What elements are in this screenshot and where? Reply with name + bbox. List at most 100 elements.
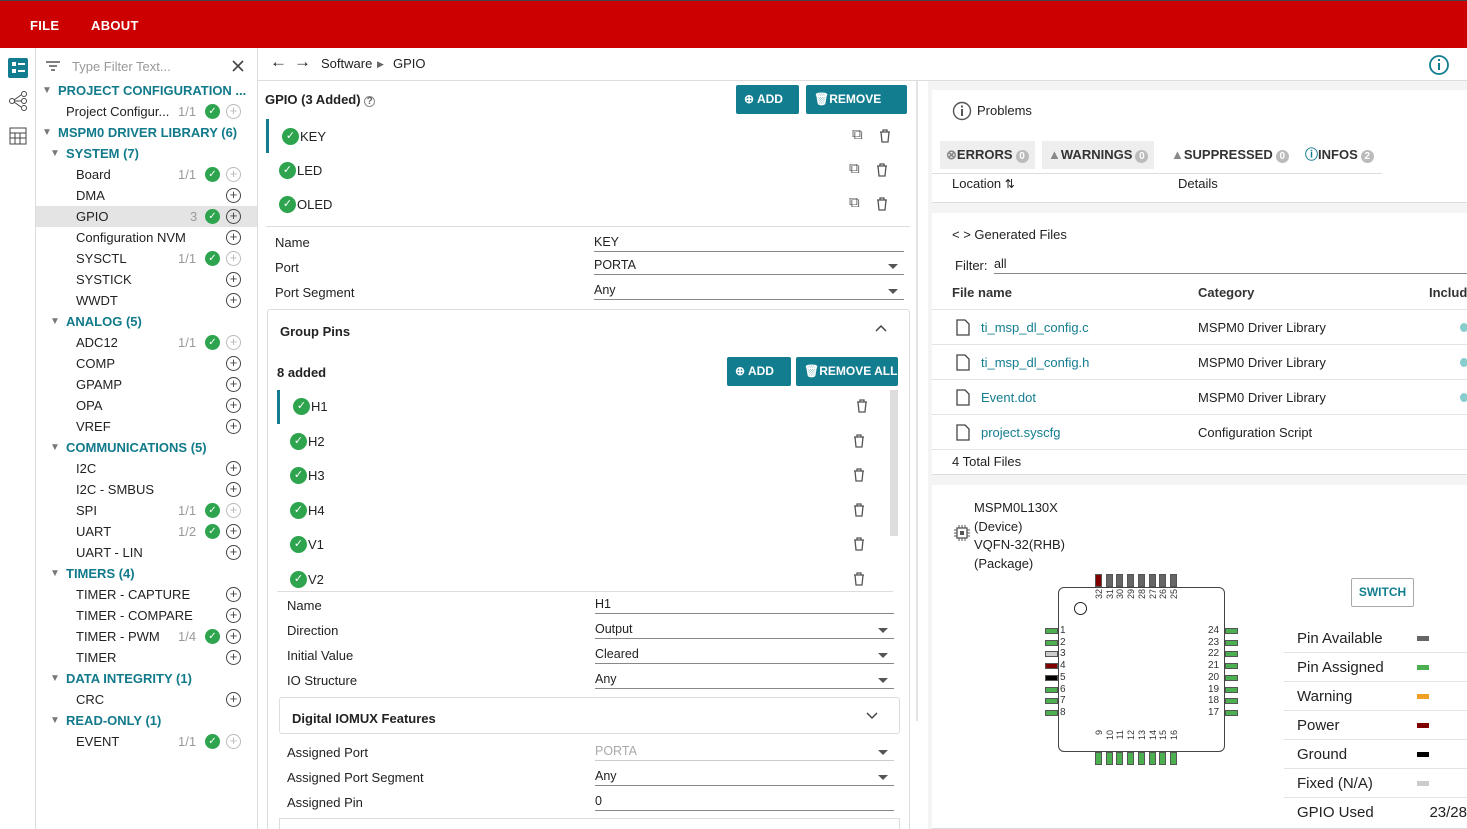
chip-pin[interactable] — [1225, 663, 1238, 670]
errors-filter[interactable]: ⊗ERRORS 0 — [940, 141, 1035, 169]
tree-item[interactable]: OPA + — [36, 395, 257, 416]
add-module-icon[interactable]: + — [226, 482, 241, 497]
trash-icon[interactable] — [856, 399, 868, 413]
back-arrow-icon[interactable]: ← — [270, 52, 287, 72]
tree-section[interactable]: ▼ TIMERS (4) — [36, 563, 257, 584]
chip-pin[interactable] — [1105, 752, 1113, 765]
about-menu[interactable]: ABOUT — [91, 18, 139, 33]
add-module-icon[interactable]: + — [226, 272, 241, 287]
pin-list-scrollbar[interactable] — [890, 390, 898, 536]
trash-icon[interactable] — [853, 468, 865, 482]
chip-pin[interactable] — [1045, 674, 1058, 681]
chip-pin[interactable] — [1045, 709, 1058, 716]
chip-pin[interactable] — [1045, 651, 1058, 658]
chip-pin[interactable] — [1169, 752, 1177, 765]
tree-section[interactable]: ▼ ANALOG (5) — [36, 311, 257, 332]
warnings-filter[interactable]: ▲WARNINGS 0 — [1042, 141, 1155, 169]
include-toggle[interactable] — [1460, 393, 1467, 402]
filter-input[interactable]: Type Filter Text... — [72, 59, 171, 74]
tree-item[interactable]: SPI 1/1 ✓ + — [36, 500, 257, 521]
iomux-panel[interactable]: Digital IOMUX Features — [279, 697, 900, 734]
tree-item[interactable]: GPAMP + — [36, 374, 257, 395]
generated-file-row[interactable]: Event.dot MSPM0 Driver Library — [932, 380, 1467, 415]
pin-name-field[interactable]: H1 — [595, 596, 894, 614]
tree-section[interactable]: ▼ MSPM0 DRIVER LIBRARY (6) — [36, 122, 257, 143]
generated-file-row[interactable]: project.syscfg Configuration Script — [932, 415, 1467, 450]
chip-pin[interactable] — [1148, 574, 1156, 587]
collapse-chevron-icon[interactable] — [875, 324, 887, 332]
tree-item[interactable]: COMP + — [36, 353, 257, 374]
assigned-port-segment-select[interactable]: Any — [595, 768, 894, 786]
add-module-icon[interactable]: + — [226, 209, 241, 224]
chip-pin[interactable] — [1169, 574, 1177, 587]
generated-file-row[interactable]: ti_msp_dl_config.h MSPM0 Driver Library — [932, 345, 1467, 380]
add-module-icon[interactable]: + — [226, 377, 241, 392]
chevron-down-icon[interactable]: ▼ — [42, 80, 52, 101]
add-module-icon[interactable]: + — [226, 608, 241, 623]
group-pin[interactable]: ✓ H2 — [277, 425, 893, 459]
chip-pin[interactable] — [1225, 651, 1238, 658]
file-menu[interactable]: FILE — [30, 18, 59, 33]
info-icon[interactable] — [1428, 54, 1450, 76]
direction-select[interactable]: Output — [595, 621, 894, 639]
add-gpio-button[interactable]: ⊕ ADD — [736, 85, 799, 114]
chip-pin[interactable] — [1045, 628, 1058, 634]
generated-file-row[interactable]: ti_msp_dl_config.c MSPM0 Driver Library — [932, 310, 1467, 345]
tree-item[interactable]: I2C - SMBUS + — [36, 479, 257, 500]
chip-pin[interactable] — [1225, 628, 1238, 634]
initial-value-select[interactable]: Cleared — [595, 646, 894, 664]
chip-pin[interactable] — [1225, 639, 1238, 646]
file-filter-input[interactable]: all — [994, 256, 1467, 274]
trash-icon[interactable] — [853, 503, 865, 517]
tree-item[interactable]: GPIO 3 ✓ + — [36, 206, 257, 227]
clear-filter-icon[interactable] — [231, 59, 245, 73]
gpio-instance[interactable]: ✓ OLED ⧉ — [266, 187, 902, 221]
tree-view-icon[interactable] — [8, 90, 28, 111]
trash-icon[interactable] — [876, 197, 888, 211]
trash-icon[interactable] — [853, 537, 865, 552]
group-pin[interactable]: ✓ V1 — [277, 528, 893, 562]
config-view-icon[interactable] — [8, 58, 28, 78]
chip-pin[interactable] — [1116, 574, 1124, 587]
chevron-down-icon[interactable]: ▼ — [50, 437, 60, 458]
gpio-instance[interactable]: ✓ LED ⧉ — [266, 153, 902, 187]
tree-item[interactable]: Board 1/1 ✓ + — [36, 164, 257, 185]
tree-section[interactable]: ▼ DATA INTEGRITY (1) — [36, 668, 257, 689]
chip-pin[interactable] — [1159, 752, 1167, 765]
tree-item[interactable]: Configuration NVM + — [36, 227, 257, 248]
chevron-down-icon[interactable]: ▼ — [50, 668, 60, 689]
tree-item[interactable]: DMA + — [36, 185, 257, 206]
tree-item[interactable]: UART 1/2 ✓ + — [36, 521, 257, 542]
tree-item[interactable]: UART - LIN + — [36, 542, 257, 563]
trash-icon[interactable] — [853, 572, 865, 586]
chip-pin[interactable] — [1127, 574, 1135, 587]
file-link[interactable]: Event.dot — [981, 380, 1036, 415]
chip-pin[interactable] — [1159, 574, 1167, 587]
tree-section[interactable]: ▼ PROJECT CONFIGURATION ... — [36, 80, 257, 101]
file-link[interactable]: project.syscfg — [981, 415, 1060, 450]
breadcrumb-software[interactable]: Software — [321, 56, 372, 71]
file-link[interactable]: ti_msp_dl_config.h — [981, 345, 1089, 380]
switch-button[interactable]: SWITCH — [1351, 578, 1414, 607]
chip-pin[interactable] — [1105, 574, 1113, 587]
chip-pin[interactable] — [1225, 686, 1238, 693]
file-link[interactable]: ti_msp_dl_config.c — [981, 310, 1089, 345]
chip-pin[interactable] — [1225, 709, 1238, 716]
copy-icon[interactable]: ⧉ — [849, 194, 860, 211]
add-module-icon[interactable]: + — [226, 524, 241, 539]
add-module-icon[interactable]: + — [226, 398, 241, 413]
copy-icon[interactable]: ⧉ — [849, 160, 860, 177]
expand-chevron-icon[interactable] — [866, 712, 878, 720]
copy-icon[interactable]: ⧉ — [852, 126, 863, 143]
tree-item[interactable]: CRC + — [36, 689, 257, 710]
chip-pin[interactable] — [1137, 574, 1145, 587]
location-column[interactable]: Location ⇅ — [952, 176, 1015, 191]
add-module-icon[interactable]: + — [226, 545, 241, 560]
port-segment-select[interactable]: Any — [594, 282, 904, 300]
trash-icon[interactable] — [853, 433, 865, 448]
trash-icon[interactable] — [879, 129, 891, 143]
chip-pin[interactable] — [1045, 663, 1058, 670]
main-scrollbar[interactable] — [916, 81, 918, 721]
add-module-icon[interactable]: + — [226, 356, 241, 371]
tree-item[interactable]: TIMER + — [36, 647, 257, 668]
